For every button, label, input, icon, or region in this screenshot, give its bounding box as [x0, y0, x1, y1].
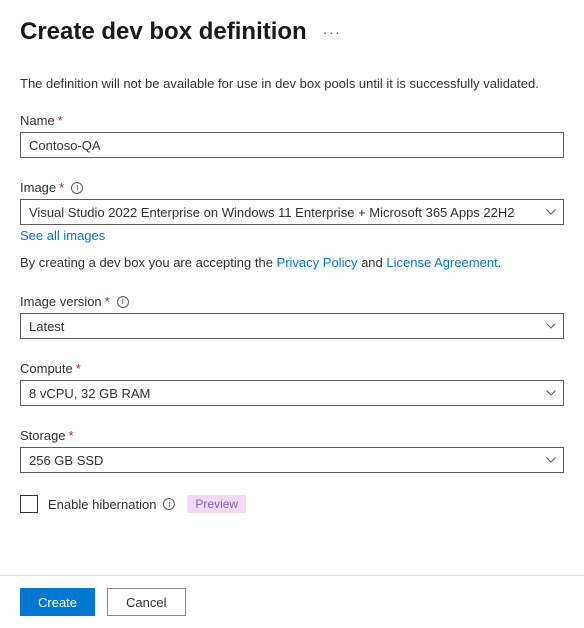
name-label-text: Name — [20, 113, 55, 128]
preview-badge: Preview — [187, 495, 246, 513]
page-title: Create dev box definition — [20, 18, 307, 46]
name-input[interactable] — [20, 132, 564, 158]
privacy-policy-link[interactable]: Privacy Policy — [277, 255, 358, 270]
image-field-group: Image * i Visual Studio 2022 Enterprise … — [20, 180, 564, 243]
compute-label-text: Compute — [20, 361, 73, 376]
hibernation-label-text: Enable hibernation — [48, 497, 156, 512]
enable-hibernation-checkbox[interactable] — [20, 495, 38, 513]
license-agreement-link[interactable]: License Agreement — [386, 255, 497, 270]
image-version-label-text: Image version — [20, 294, 102, 309]
image-version-field-group: Image version * i Latest — [20, 294, 564, 339]
info-icon[interactable]: i — [163, 498, 175, 510]
required-asterisk: * — [59, 180, 64, 195]
compute-field-group: Compute * 8 vCPU, 32 GB RAM — [20, 361, 564, 406]
image-label-text: Image — [20, 180, 56, 195]
name-field-group: Name * — [20, 113, 564, 158]
storage-label: Storage * — [20, 428, 564, 443]
description-text: The definition will not be available for… — [20, 76, 564, 91]
hibernation-row: Enable hibernation i Preview — [20, 495, 564, 513]
required-asterisk: * — [69, 428, 74, 443]
cancel-button[interactable]: Cancel — [107, 588, 185, 616]
required-asterisk: * — [105, 294, 110, 309]
required-asterisk: * — [76, 361, 81, 376]
image-version-select[interactable]: Latest — [20, 313, 564, 339]
name-label: Name * — [20, 113, 564, 128]
image-label: Image * i — [20, 180, 564, 195]
accept-and: and — [357, 255, 386, 270]
footer: Create Cancel — [0, 575, 584, 628]
info-icon[interactable]: i — [117, 296, 129, 308]
compute-select[interactable]: 8 vCPU, 32 GB RAM — [20, 380, 564, 406]
image-version-label: Image version * i — [20, 294, 564, 309]
storage-select[interactable]: 256 GB SSD — [20, 447, 564, 473]
accept-text: By creating a dev box you are accepting … — [20, 255, 564, 270]
image-select[interactable]: Visual Studio 2022 Enterprise on Windows… — [20, 199, 564, 225]
storage-label-text: Storage — [20, 428, 66, 443]
hibernation-label: Enable hibernation i Preview — [48, 495, 246, 513]
accept-prefix: By creating a dev box you are accepting … — [20, 255, 277, 270]
compute-select-value: 8 vCPU, 32 GB RAM — [29, 386, 150, 401]
image-select-value: Visual Studio 2022 Enterprise on Windows… — [29, 205, 515, 220]
see-all-images-link[interactable]: See all images — [20, 228, 105, 243]
storage-field-group: Storage * 256 GB SSD — [20, 428, 564, 473]
required-asterisk: * — [58, 113, 63, 128]
image-version-select-value: Latest — [29, 319, 64, 334]
compute-label: Compute * — [20, 361, 564, 376]
create-button[interactable]: Create — [20, 588, 95, 616]
accept-suffix: . — [498, 255, 502, 270]
storage-select-value: 256 GB SSD — [29, 453, 103, 468]
info-icon[interactable]: i — [71, 182, 83, 194]
more-icon[interactable]: ··· — [323, 24, 342, 40]
